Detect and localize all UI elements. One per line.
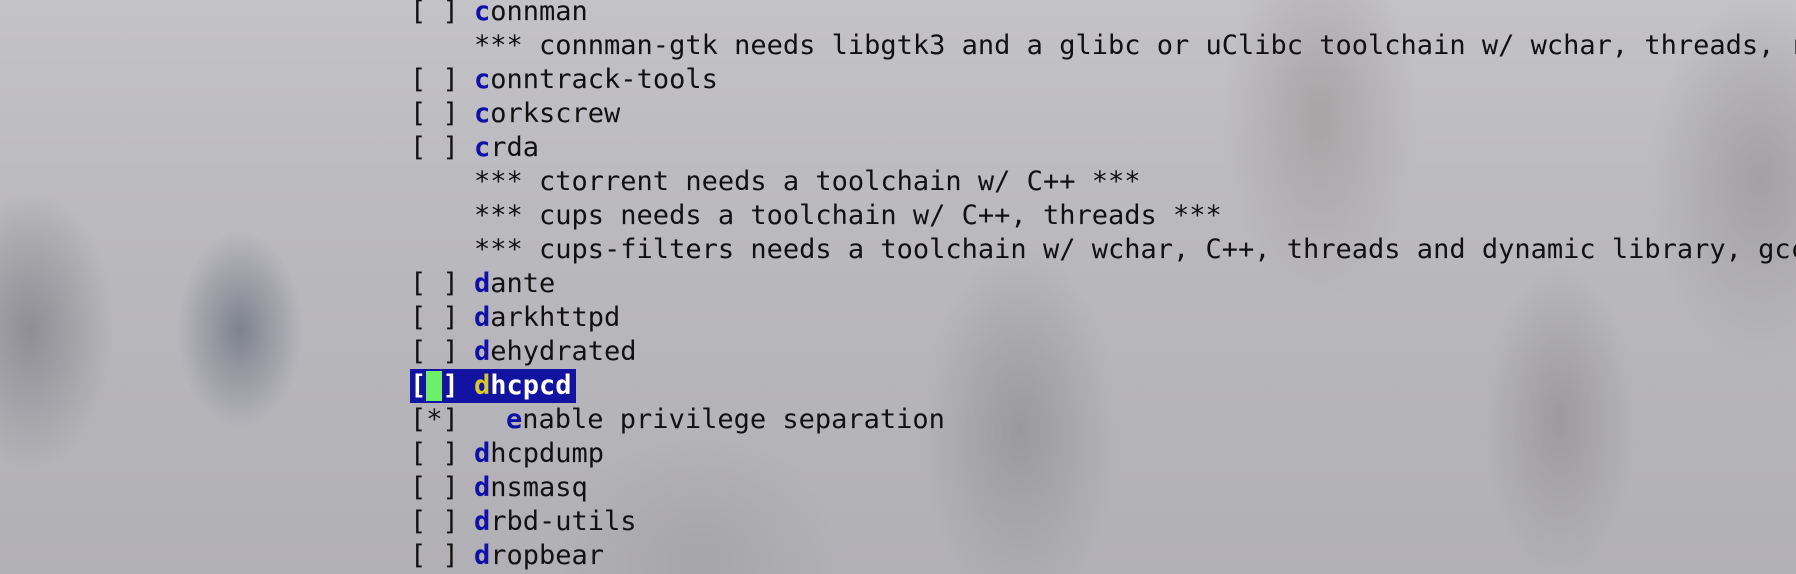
menu-item-text: rbd-utils [490, 506, 637, 537]
menu-item-label: dropbear [474, 539, 604, 573]
menu-item-dnsmasq[interactable]: [ ] dnsmasq [0, 471, 588, 505]
menu-item-text: hcpdump [490, 438, 605, 469]
hotkey-letter: d [474, 438, 491, 469]
hotkey-letter: c [474, 132, 491, 163]
menu-item-dante[interactable]: [ ] dante [0, 267, 555, 301]
menu-item-darkhttpd[interactable]: [ ] darkhttpd [0, 301, 620, 335]
menu-item-label: drbd-utils [474, 505, 637, 539]
menu-item-text: ehydrated [490, 336, 637, 367]
menu-item-label: corkscrew [474, 97, 620, 131]
menu-item-enable-privilege-separation[interactable]: [*] enable privilege separation [0, 403, 945, 437]
menu-item-label: dhcpcd [474, 369, 576, 403]
menu-item-text: ante [490, 268, 556, 299]
menu-item-text: ropbear [490, 540, 605, 571]
comment-connman-gtk: *** connman-gtk needs libgtk3 and a glib… [0, 29, 1796, 63]
comment-text: *** connman-gtk needs libgtk3 and a glib… [474, 30, 1796, 61]
menu-item-corkscrew[interactable]: [ ] corkscrew [0, 97, 620, 131]
comment-ctorrent: *** ctorrent needs a toolchain w/ C++ **… [0, 165, 1140, 199]
hotkey-letter: d [474, 336, 491, 367]
hotkey-letter: c [474, 64, 491, 95]
comment-cups: *** cups needs a toolchain w/ C++, threa… [0, 199, 1222, 233]
menu-item-connman[interactable]: [ ] connman [0, 0, 588, 29]
hotkey-letter: e [506, 404, 523, 435]
menu-item-text: hcpcd [490, 370, 572, 401]
hotkey-letter: c [474, 0, 491, 27]
menu-item-crda[interactable]: [ ] crda [0, 131, 539, 165]
comment-cups-filters: *** cups-filters needs a toolchain w/ wc… [0, 233, 1796, 267]
menu-item-label: dehydrated [474, 335, 637, 369]
menu-item-label: crda [474, 131, 539, 165]
menu-item-text: onnman [490, 0, 588, 27]
menu-item-label: dante [474, 267, 555, 301]
menu-item-label: conntrack-tools [474, 63, 718, 97]
checkbox[interactable]: [ ] [410, 267, 459, 301]
menu-item-dropbear[interactable]: [ ] dropbear [0, 539, 604, 573]
comment-text: *** cups needs a toolchain w/ C++, threa… [474, 200, 1222, 231]
checkbox[interactable]: [ ] [410, 0, 459, 29]
menu-item-text: orkscrew [490, 98, 621, 129]
menu-item-text: onntrack-tools [490, 64, 718, 95]
text-cursor [426, 371, 442, 401]
checkbox[interactable]: [ ] [410, 335, 459, 369]
menu-item-label: dnsmasq [474, 471, 588, 505]
menu-item-text: nable privilege separation [522, 404, 945, 435]
menu-item-text: arkhttpd [490, 302, 621, 333]
hotkey-letter: d [474, 472, 491, 503]
menu-item-conntrack-tools[interactable]: [ ] conntrack-tools [0, 63, 718, 97]
menu-item-text: rda [490, 132, 540, 163]
menu-item-text: nsmasq [490, 472, 588, 503]
comment-text: *** ctorrent needs a toolchain w/ C++ **… [474, 166, 1141, 197]
hotkey-letter: d [474, 370, 491, 401]
hotkey-letter: d [474, 302, 491, 333]
menu-item-dehydrated[interactable]: [ ] dehydrated [0, 335, 637, 369]
hotkey-letter: d [474, 268, 491, 299]
menuconfig-terminal: [ ] connman *** connman-gtk needs libgtk… [0, 0, 1796, 574]
checkbox[interactable]: [*] [410, 403, 459, 437]
comment-text: *** cups-filters needs a toolchain w/ wc… [474, 234, 1796, 265]
hotkey-letter: d [474, 540, 491, 571]
checkbox[interactable]: [ ] [410, 471, 459, 505]
menu-item-label: darkhttpd [474, 301, 620, 335]
menu-item-label: enable privilege separation [506, 403, 945, 437]
menu-item-dhcpdump[interactable]: [ ] dhcpdump [0, 437, 604, 471]
checkbox[interactable]: [ ] [410, 301, 459, 335]
menu-item-label: dhcpdump [474, 437, 604, 471]
checkbox[interactable]: [ ] [410, 505, 459, 539]
menu-item-dhcpcd-selected[interactable]: [ ] dhcpcd [0, 369, 576, 403]
checkbox[interactable]: [ ] [410, 63, 459, 97]
menu-item-label: connman [474, 0, 588, 29]
hotkey-letter: c [474, 98, 491, 129]
checkbox[interactable]: [ ] [410, 131, 459, 165]
hotkey-letter: d [474, 506, 491, 537]
checkbox[interactable]: [ ] [410, 437, 459, 471]
checkbox[interactable]: [ ] [410, 97, 459, 131]
checkbox[interactable]: [ ] [410, 539, 459, 573]
menu-item-drbd-utils[interactable]: [ ] drbd-utils [0, 505, 637, 539]
checkbox[interactable]: [ ] [410, 369, 474, 403]
